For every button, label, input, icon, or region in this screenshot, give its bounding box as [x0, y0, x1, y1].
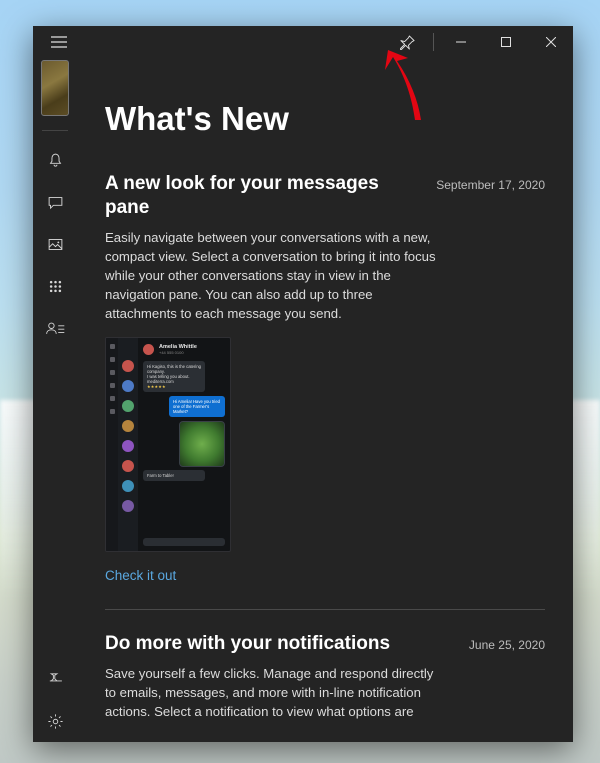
hamburger-button[interactable] — [43, 26, 75, 58]
article-date: June 25, 2020 — [469, 638, 545, 652]
device-thumbnail[interactable] — [41, 60, 69, 116]
article-title: Do more with your notifications — [105, 632, 390, 656]
page-title: What's New — [105, 100, 545, 138]
article-body: Easily navigate between your conversatio… — [105, 228, 445, 324]
sidebar-unpin-button[interactable] — [33, 658, 77, 700]
sidebar-settings-button[interactable] — [33, 700, 77, 742]
app-window: What's New A new look for your messages … — [33, 26, 573, 742]
maximize-icon — [501, 37, 511, 47]
gear-icon — [47, 713, 64, 730]
minimize-button[interactable] — [438, 26, 483, 58]
article-date: September 17, 2020 — [436, 178, 545, 192]
content-area: What's New A new look for your messages … — [77, 58, 573, 742]
bell-icon — [47, 152, 64, 169]
title-bar — [33, 26, 573, 58]
app-body: What's New A new look for your messages … — [33, 58, 573, 742]
titlebar-separator — [433, 33, 434, 51]
maximize-button[interactable] — [483, 26, 528, 58]
article-link[interactable]: Check it out — [105, 568, 176, 583]
close-icon — [546, 37, 556, 47]
sidebar-item-notifications[interactable] — [33, 139, 77, 181]
article-preview-image: Amelia Whittle +44 555 0100 Hi Kagiso, t… — [105, 337, 231, 552]
article-body: Save yourself a few clicks. Manage and r… — [105, 664, 445, 721]
menu-icon — [51, 36, 67, 48]
sidebar-item-apps[interactable] — [33, 265, 77, 307]
sidebar-item-photos[interactable] — [33, 223, 77, 265]
article-1: Do more with your notifications June 25,… — [105, 632, 545, 721]
sidebar — [33, 58, 77, 742]
unpin-icon — [47, 671, 64, 688]
sidebar-separator — [42, 130, 68, 131]
close-button[interactable] — [528, 26, 573, 58]
minimize-icon — [456, 37, 466, 47]
dialpad-icon — [48, 279, 63, 294]
article-divider — [105, 609, 545, 610]
sidebar-item-contacts[interactable] — [33, 307, 77, 349]
picture-icon — [47, 236, 64, 253]
contacts-icon — [46, 320, 65, 337]
sidebar-item-messages[interactable] — [33, 181, 77, 223]
annotation-arrow — [370, 48, 430, 128]
chat-icon — [47, 194, 64, 211]
article-0: A new look for your messages pane Septem… — [105, 172, 545, 585]
article-title: A new look for your messages pane — [105, 172, 424, 220]
